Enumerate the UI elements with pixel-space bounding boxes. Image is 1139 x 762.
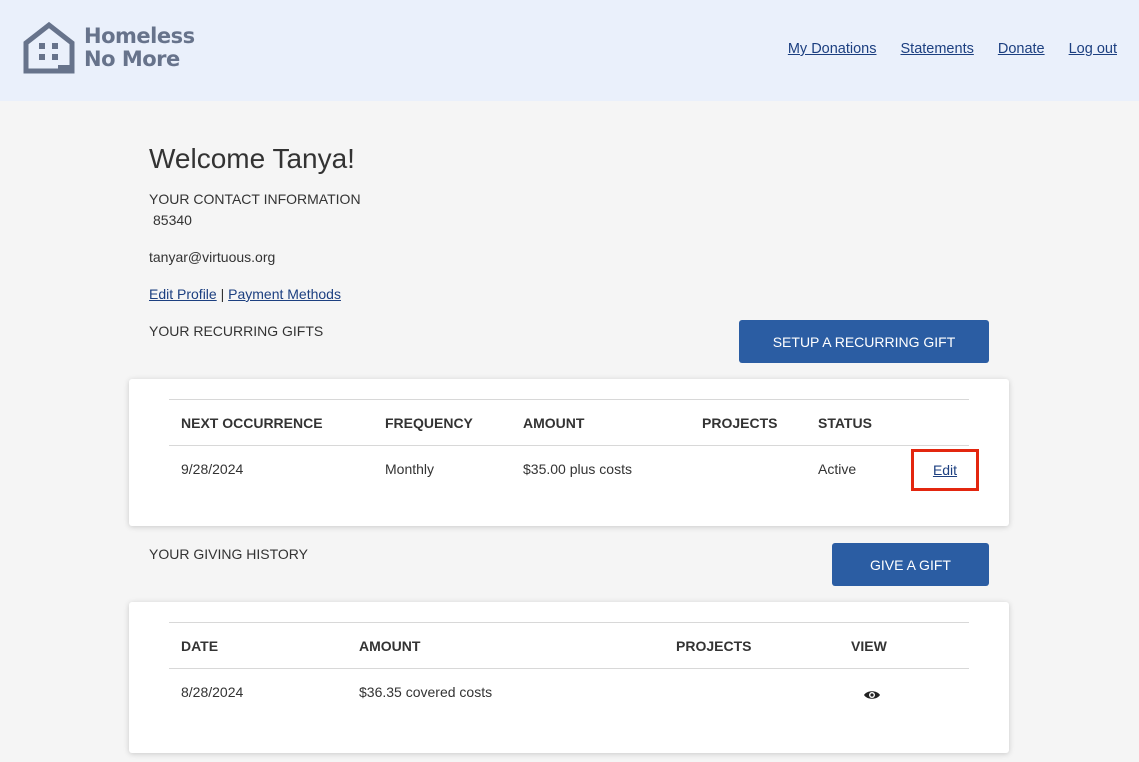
edit-highlight-box: Edit xyxy=(911,449,979,491)
site-header: Homeless No More My Donations Statements… xyxy=(0,0,1139,101)
table-row: 8/28/2024 $36.35 covered costs xyxy=(169,669,969,715)
logo[interactable]: Homeless No More xyxy=(22,21,195,75)
logo-text: Homeless No More xyxy=(84,25,195,71)
col-amount: AMOUNT xyxy=(523,414,585,431)
nav-donate[interactable]: Donate xyxy=(998,41,1045,57)
nav-log-out[interactable]: Log out xyxy=(1069,41,1117,57)
col-frequency: FREQUENCY xyxy=(385,414,473,431)
contact-email: tanyar@virtuous.org xyxy=(149,249,276,265)
contact-info-label: YOUR CONTACT INFORMATION xyxy=(149,191,361,207)
col-view: VIEW xyxy=(851,637,887,654)
link-separator: | xyxy=(220,286,225,302)
recurring-gifts-label: YOUR RECURRING GIFTS xyxy=(149,323,324,339)
recurring-gifts-table: NEXT OCCURRENCE FREQUENCY AMOUNT PROJECT… xyxy=(169,399,979,492)
edit-recurring-gift-link[interactable]: Edit xyxy=(933,462,957,478)
nav-my-donations[interactable]: My Donations xyxy=(788,41,877,57)
contact-zip: 85340 xyxy=(153,212,192,228)
page-title: Welcome Tanya! xyxy=(149,143,355,174)
cell-amount: $36.35 covered costs xyxy=(359,684,493,700)
logo-line-1: Homeless xyxy=(84,24,195,48)
col-date: DATE xyxy=(181,637,219,654)
giving-history-card: DATE AMOUNT PROJECTS VIEW 8/28/2024 $36.… xyxy=(129,602,1009,753)
recurring-gifts-card: NEXT OCCURRENCE FREQUENCY AMOUNT PROJECT… xyxy=(129,379,1009,526)
eye-icon[interactable] xyxy=(863,689,881,701)
payment-methods-link[interactable]: Payment Methods xyxy=(228,286,341,302)
setup-recurring-gift-button[interactable]: SETUP A RECURRING GIFT xyxy=(739,320,989,363)
col-next-occurrence: NEXT OCCURRENCE xyxy=(181,414,323,431)
nav-statements[interactable]: Statements xyxy=(901,41,974,57)
logo-line-2: No More xyxy=(84,47,180,71)
giving-history-label: YOUR GIVING HISTORY xyxy=(149,546,308,562)
table-header: DATE AMOUNT PROJECTS VIEW xyxy=(169,622,969,669)
cell-status: Active xyxy=(818,461,857,477)
cell-frequency: Monthly xyxy=(385,461,435,477)
giving-history-table: DATE AMOUNT PROJECTS VIEW 8/28/2024 $36.… xyxy=(169,622,969,715)
house-logo-icon xyxy=(23,21,75,74)
cell-next-occurrence: 9/28/2024 xyxy=(181,461,244,477)
table-row: 9/28/2024 Monthly $35.00 plus costs Acti… xyxy=(169,446,979,492)
col-status: STATUS xyxy=(818,414,872,431)
give-a-gift-button[interactable]: GIVE A GIFT xyxy=(832,543,989,586)
col-projects: PROJECTS xyxy=(676,637,752,654)
cell-date: 8/28/2024 xyxy=(181,684,244,700)
col-projects: PROJECTS xyxy=(702,414,778,431)
profile-links: Edit Profile | Payment Methods xyxy=(149,286,341,302)
main-nav: My Donations Statements Donate Log out xyxy=(788,41,1117,57)
cell-amount: $35.00 plus costs xyxy=(523,461,632,477)
col-amount: AMOUNT xyxy=(359,637,421,654)
edit-profile-link[interactable]: Edit Profile xyxy=(149,286,217,302)
table-header: NEXT OCCURRENCE FREQUENCY AMOUNT PROJECT… xyxy=(169,399,969,446)
